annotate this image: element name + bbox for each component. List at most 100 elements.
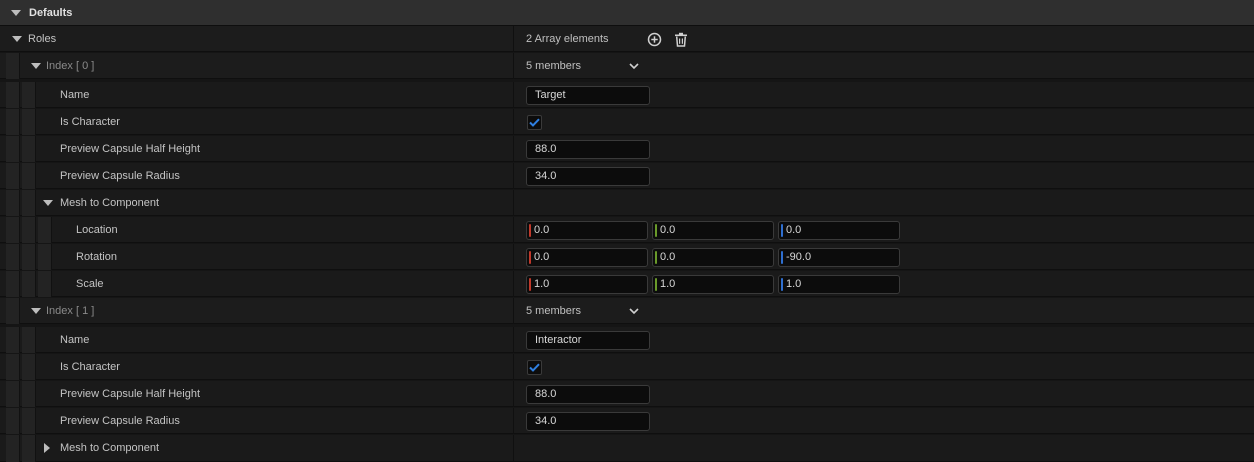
half-height-field[interactable]: 88.0 xyxy=(526,139,650,159)
scale-z-value: 1.0 xyxy=(786,278,802,290)
members-count: 5 members xyxy=(526,60,582,72)
index-label: Index [ 1 ] xyxy=(46,305,95,317)
members-dropdown[interactable] xyxy=(629,62,639,70)
is-character-checkbox[interactable] xyxy=(527,114,542,130)
x-axis-marker xyxy=(529,223,531,237)
is-character-checkbox[interactable] xyxy=(527,359,542,375)
x-axis-marker xyxy=(529,277,531,291)
roles-row[interactable]: Roles 2 Array elements xyxy=(0,26,1254,52)
rotation-z-value: -90.0 xyxy=(786,251,812,263)
indent-strip xyxy=(22,217,36,243)
property-label: Scale xyxy=(76,278,104,290)
property-label: Is Character xyxy=(60,361,120,373)
indent-strip xyxy=(38,271,52,297)
indent-strip xyxy=(6,82,20,108)
scale-x-field[interactable]: 1.0 xyxy=(526,274,648,294)
collapse-arrow-icon[interactable] xyxy=(43,200,53,206)
collapse-arrow-icon[interactable] xyxy=(31,308,41,314)
indent-strip xyxy=(6,190,20,216)
expand-arrow-icon[interactable] xyxy=(44,443,50,453)
scale-y-field[interactable]: 1.0 xyxy=(652,274,774,294)
indent-strip xyxy=(22,354,36,380)
collapse-arrow-icon[interactable] xyxy=(12,36,22,42)
y-axis-marker xyxy=(655,223,657,237)
delete-all-button[interactable] xyxy=(673,31,689,47)
property-label: Preview Capsule Half Height xyxy=(60,388,201,400)
property-label: Preview Capsule Half Height xyxy=(60,143,201,155)
rotation-y-field[interactable]: 0.0 xyxy=(652,247,774,267)
property-label: Mesh to Component xyxy=(60,442,160,454)
property-label: Rotation xyxy=(76,251,117,263)
y-axis-marker xyxy=(655,250,657,264)
location-x-field[interactable]: 0.0 xyxy=(526,220,648,240)
rotation-x-value: 0.0 xyxy=(534,251,550,263)
location-row: Location 0.0 0.0 0.0 xyxy=(0,217,1254,243)
name-field[interactable]: Target xyxy=(526,85,650,105)
mesh-to-component-row[interactable]: Mesh to Component xyxy=(0,190,1254,216)
mesh-to-component-row[interactable]: Mesh to Component xyxy=(0,435,1254,462)
half-height-row: Preview Capsule Half Height 88.0 xyxy=(0,136,1254,162)
location-y-field[interactable]: 0.0 xyxy=(652,220,774,240)
indent-strip xyxy=(6,408,20,434)
indent-strip xyxy=(6,271,20,297)
indent-strip xyxy=(6,217,20,243)
index-0-row[interactable]: Index [ 0 ] 5 members xyxy=(0,53,1254,79)
checkmark-icon xyxy=(529,363,540,372)
indent-strip xyxy=(6,381,20,407)
indent-strip xyxy=(6,298,20,324)
rotation-x-field[interactable]: 0.0 xyxy=(526,247,648,267)
location-z-value: 0.0 xyxy=(786,224,802,236)
indent-strip xyxy=(22,271,36,297)
location-z-field[interactable]: 0.0 xyxy=(778,220,900,240)
radius-row: Preview Capsule Radius 34.0 xyxy=(0,163,1254,189)
indent-strip xyxy=(22,82,36,108)
y-axis-marker xyxy=(655,277,657,291)
defaults-section-header[interactable]: Defaults xyxy=(0,0,1254,26)
add-element-button[interactable] xyxy=(647,31,663,47)
rotation-y-value: 0.0 xyxy=(660,251,676,263)
indent-strip xyxy=(22,190,36,216)
section-title: Defaults xyxy=(29,6,73,19)
scale-z-field[interactable]: 1.0 xyxy=(778,274,900,294)
details-panel: Defaults Roles 2 Array elements Index [… xyxy=(0,0,1254,462)
indent-strip xyxy=(6,53,20,79)
location-y-value: 0.0 xyxy=(660,224,676,236)
rotation-z-field[interactable]: -90.0 xyxy=(778,247,900,267)
chevron-down-icon xyxy=(629,307,639,314)
is-character-row: Is Character xyxy=(0,354,1254,380)
members-dropdown[interactable] xyxy=(629,307,639,315)
add-circle-icon xyxy=(647,32,662,46)
property-label: Preview Capsule Radius xyxy=(60,170,180,182)
is-character-row: Is Character xyxy=(0,109,1254,135)
indent-strip xyxy=(6,109,20,135)
indent-strip xyxy=(6,136,20,162)
indent-strip xyxy=(38,217,52,243)
property-label: Preview Capsule Radius xyxy=(60,415,180,427)
indent-strip xyxy=(22,163,36,189)
indent-strip xyxy=(6,435,20,462)
radius-field[interactable]: 34.0 xyxy=(526,411,650,431)
rotation-row: Rotation 0.0 0.0 -90.0 xyxy=(0,244,1254,270)
index-1-row[interactable]: Index [ 1 ] 5 members xyxy=(0,298,1254,324)
radius-row: Preview Capsule Radius 34.0 xyxy=(0,408,1254,434)
array-count: 2 Array elements xyxy=(526,33,609,45)
half-height-field[interactable]: 88.0 xyxy=(526,384,650,404)
radius-field[interactable]: 34.0 xyxy=(526,166,650,186)
indent-strip xyxy=(6,163,20,189)
indent-strip xyxy=(22,327,36,353)
property-label: Mesh to Component xyxy=(60,197,160,209)
collapse-arrow-icon[interactable] xyxy=(31,63,41,69)
indent-strip xyxy=(22,408,36,434)
name-field[interactable]: Interactor xyxy=(526,330,650,350)
collapse-arrow-icon[interactable] xyxy=(11,9,21,16)
property-label: Location xyxy=(76,224,118,236)
x-axis-marker xyxy=(529,250,531,264)
indent-strip xyxy=(22,136,36,162)
name-row: Name Target xyxy=(0,82,1254,108)
index-label: Index [ 0 ] xyxy=(46,60,95,72)
roles-label: Roles xyxy=(28,33,57,45)
indent-strip xyxy=(22,381,36,407)
members-count: 5 members xyxy=(526,305,582,317)
property-label: Is Character xyxy=(60,116,120,128)
indent-strip xyxy=(6,354,20,380)
